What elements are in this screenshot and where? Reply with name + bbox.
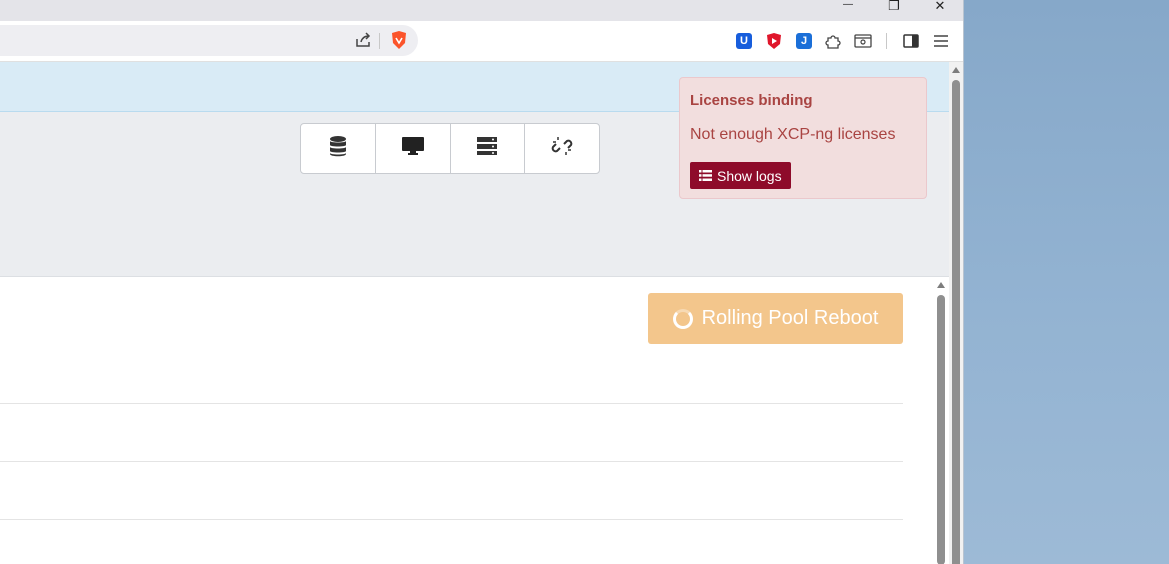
browser-toolbar: U J	[0, 21, 963, 62]
storage-view-button[interactable]	[301, 124, 376, 173]
host-view-button[interactable]	[451, 124, 526, 173]
toolbar-divider	[886, 33, 887, 49]
puzzle-extensions-icon[interactable]	[823, 30, 845, 52]
browser-window: — ❐ ✕ U J Licenses binding Not enough XC…	[0, 0, 964, 564]
desktop-icon	[401, 136, 425, 161]
close-icon: ✕	[934, 0, 946, 13]
unlink-icon	[551, 135, 573, 162]
sidebar-toggle-icon[interactable]	[900, 30, 922, 52]
share-icon[interactable]	[352, 29, 374, 51]
rolling-pool-reboot-button[interactable]: Rolling Pool Reboot	[648, 293, 903, 344]
license-alert-toast: Licenses binding Not enough XCP-ng licen…	[679, 77, 927, 199]
row-divider	[0, 461, 903, 462]
inner-scrollbar-thumb[interactable]	[937, 295, 945, 564]
vm-view-button[interactable]	[376, 124, 451, 173]
bitwarden-letter: U	[740, 35, 748, 47]
omnibox-divider	[379, 33, 380, 49]
extension-j-icon[interactable]: J	[793, 30, 815, 52]
row-divider	[0, 403, 903, 404]
toast-title: Licenses binding	[690, 92, 813, 109]
desktop-background	[963, 0, 1169, 564]
show-logs-button[interactable]: Show logs	[690, 162, 791, 189]
title-bar: — ❐ ✕	[0, 0, 963, 21]
rolling-pool-reboot-label: Rolling Pool Reboot	[701, 307, 879, 329]
ublock-icon[interactable]	[763, 30, 785, 52]
reader-mode-icon[interactable]	[852, 30, 874, 52]
extension-j-letter: J	[800, 35, 808, 47]
page-scroll-up-arrow[interactable]	[952, 67, 960, 73]
row-divider	[0, 519, 903, 520]
inner-scroll-up-arrow[interactable]	[937, 282, 945, 288]
show-logs-label: Show logs	[717, 167, 782, 184]
restore-button[interactable]: ❐	[871, 0, 917, 21]
hamburger-menu-icon[interactable]	[930, 30, 952, 52]
view-button-group	[300, 123, 600, 174]
spinner-icon	[672, 308, 693, 329]
page-scrollbar-thumb[interactable]	[952, 80, 960, 564]
close-window-button[interactable]: ✕	[917, 0, 963, 21]
list-icon	[699, 168, 712, 184]
minimize-button[interactable]: —	[825, 0, 871, 21]
disconnect-button[interactable]	[525, 124, 599, 173]
brave-shield-icon[interactable]	[388, 29, 410, 51]
server-stack-icon	[476, 136, 498, 161]
page-viewport: Licenses binding Not enough XCP-ng licen…	[0, 62, 949, 564]
database-icon	[328, 135, 348, 162]
page-scrollbar[interactable]	[949, 62, 963, 564]
restore-icon: ❐	[888, 0, 900, 13]
toast-message: Not enough XCP-ng licenses	[690, 126, 896, 143]
minimize-icon: —	[843, 0, 853, 10]
pool-content: Rolling Pool Reboot	[0, 277, 949, 564]
inner-scrollbar[interactable]	[934, 277, 948, 564]
bitwarden-icon[interactable]: U	[733, 30, 755, 52]
address-bar[interactable]	[0, 25, 418, 56]
